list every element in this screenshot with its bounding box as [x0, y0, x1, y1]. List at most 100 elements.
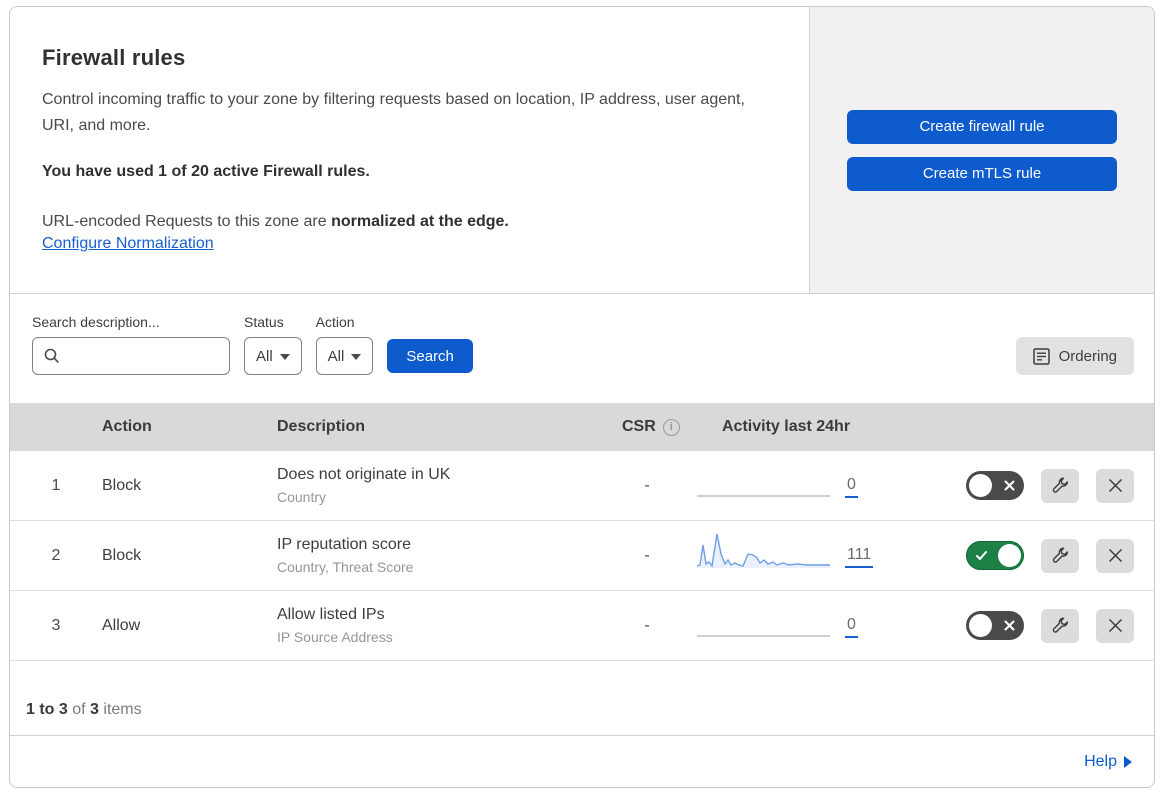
rule-priority: 2 [51, 546, 61, 564]
col-activity-header: Activity last 24hr [722, 418, 851, 435]
activity-count-link[interactable]: 0 [845, 616, 858, 638]
toggle-knob [998, 544, 1021, 567]
rule-priority: 3 [51, 616, 61, 634]
delete-rule-button[interactable] [1096, 608, 1134, 643]
activity-sparkline [697, 533, 830, 568]
rule-criteria: Country [277, 489, 327, 505]
actions-panel: Create firewall rule Create mTLS rule [809, 7, 1154, 293]
edit-rule-button[interactable] [1041, 538, 1079, 573]
normalization-text: URL-encoded Requests to this zone are no… [42, 209, 769, 235]
table-row: 2 Block IP reputation score Country, Thr… [10, 521, 1154, 591]
wrench-icon [1051, 616, 1070, 635]
rule-activity-cell: 0 [697, 460, 942, 512]
arrow-right-icon [1124, 755, 1132, 768]
toggle-knob [969, 614, 992, 637]
search-button[interactable]: Search [387, 339, 473, 373]
usage-summary: You have used 1 of 20 active Firewall ru… [42, 163, 370, 180]
table-body: 1 Block Does not originate in UK Country… [10, 451, 1154, 661]
x-mark-icon [1004, 611, 1015, 640]
info-icon[interactable]: i [662, 418, 680, 436]
firewall-rules-panel: Firewall rules Control incoming traffic … [9, 6, 1155, 788]
action-label: Action [315, 314, 355, 330]
rule-action: Allow [102, 616, 141, 634]
rule-priority: 1 [51, 476, 61, 494]
chevron-down-icon [351, 354, 362, 360]
rule-activity-cell: 0 [697, 600, 942, 652]
rule-enabled-toggle[interactable] [966, 541, 1024, 570]
csr-header-label: CSR [622, 418, 656, 435]
create-mtls-rule-button[interactable]: Create mTLS rule [847, 156, 1117, 191]
status-label: Status [244, 314, 284, 330]
table-header: Action Description CSR i Activity last 2… [10, 403, 1154, 451]
x-icon [1108, 478, 1123, 493]
rule-description-cell: Does not originate in UK Country [277, 466, 597, 505]
action-select[interactable]: All [315, 337, 374, 375]
rule-description-cell: IP reputation score Country, Threat Scor… [277, 536, 597, 575]
search-icon [43, 347, 61, 365]
wrench-icon [1051, 476, 1070, 495]
search-input[interactable] [32, 337, 230, 375]
of-text: of [67, 701, 91, 718]
rule-description: Does not originate in UK [277, 466, 451, 483]
rule-controls [942, 538, 1154, 573]
action-filter-group: Action All [315, 314, 374, 375]
rule-description: Allow listed IPs [277, 606, 385, 623]
delete-rule-button[interactable] [1096, 538, 1134, 573]
page-title: Firewall rules [42, 45, 186, 70]
rule-action: Block [102, 476, 142, 494]
x-icon [1108, 548, 1123, 563]
header-text-block: Firewall rules Control incoming traffic … [10, 7, 809, 293]
help-footer: Help [10, 736, 1154, 787]
filter-bar: Search description... Status All Action … [10, 294, 1154, 403]
rule-action: Block [102, 546, 142, 564]
page-description: Control incoming traffic to your zone by… [42, 91, 745, 134]
x-mark-icon [1004, 471, 1015, 500]
pagination-summary: 1 to 3 of 3 items [10, 661, 1154, 736]
total-count: 3 [90, 701, 99, 718]
action-selected-value: All [327, 347, 345, 365]
rule-description: IP reputation score [277, 536, 412, 553]
help-link-label: Help [1084, 752, 1117, 770]
table-row: 1 Block Does not originate in UK Country… [10, 451, 1154, 521]
activity-sparkline [697, 494, 830, 497]
ordering-button[interactable]: Ordering [1015, 337, 1134, 375]
rule-csr: - [644, 546, 650, 564]
status-filter-group: Status All [244, 314, 302, 375]
rule-criteria: Country, Threat Score [277, 559, 414, 575]
edit-rule-button[interactable] [1041, 468, 1079, 503]
edit-rule-button[interactable] [1041, 608, 1079, 643]
activity-count-link[interactable]: 0 [845, 476, 858, 498]
rule-criteria: IP Source Address [277, 629, 393, 645]
table-row: 3 Allow Allow listed IPs IP Source Addre… [10, 591, 1154, 661]
status-select[interactable]: All [244, 337, 302, 375]
delete-rule-button[interactable] [1096, 468, 1134, 503]
rule-csr: - [644, 476, 650, 494]
rule-activity-cell: 111 [697, 530, 942, 582]
search-group: Search description... [32, 314, 230, 375]
status-selected-value: All [256, 347, 273, 365]
chevron-down-icon [279, 354, 290, 360]
rule-controls [942, 468, 1154, 503]
rule-controls [942, 608, 1154, 643]
normalization-bold: normalized at the edge. [331, 213, 509, 230]
help-link[interactable]: Help [1084, 753, 1132, 771]
rule-csr: - [644, 616, 650, 634]
configure-normalization-link[interactable]: Configure Normalization [42, 235, 214, 252]
wrench-icon [1051, 546, 1070, 565]
toggle-knob [969, 474, 992, 497]
list-document-icon [1032, 347, 1050, 365]
activity-count-link[interactable]: 111 [845, 546, 874, 568]
header-section: Firewall rules Control incoming traffic … [10, 7, 1154, 294]
col-description-header: Description [277, 418, 366, 435]
rule-description-cell: Allow listed IPs IP Source Address [277, 606, 597, 645]
rule-enabled-toggle[interactable] [966, 471, 1024, 500]
ordering-button-label: Ordering [1058, 347, 1117, 365]
create-firewall-rule-button[interactable]: Create firewall rule [847, 109, 1117, 144]
check-icon [975, 541, 988, 570]
activity-sparkline [697, 634, 830, 637]
rule-enabled-toggle[interactable] [966, 611, 1024, 640]
col-csr-header: CSR i [597, 418, 697, 436]
range-text: 1 to 3 [26, 701, 68, 718]
search-label: Search description... [32, 314, 160, 330]
items-text: items [98, 701, 142, 718]
